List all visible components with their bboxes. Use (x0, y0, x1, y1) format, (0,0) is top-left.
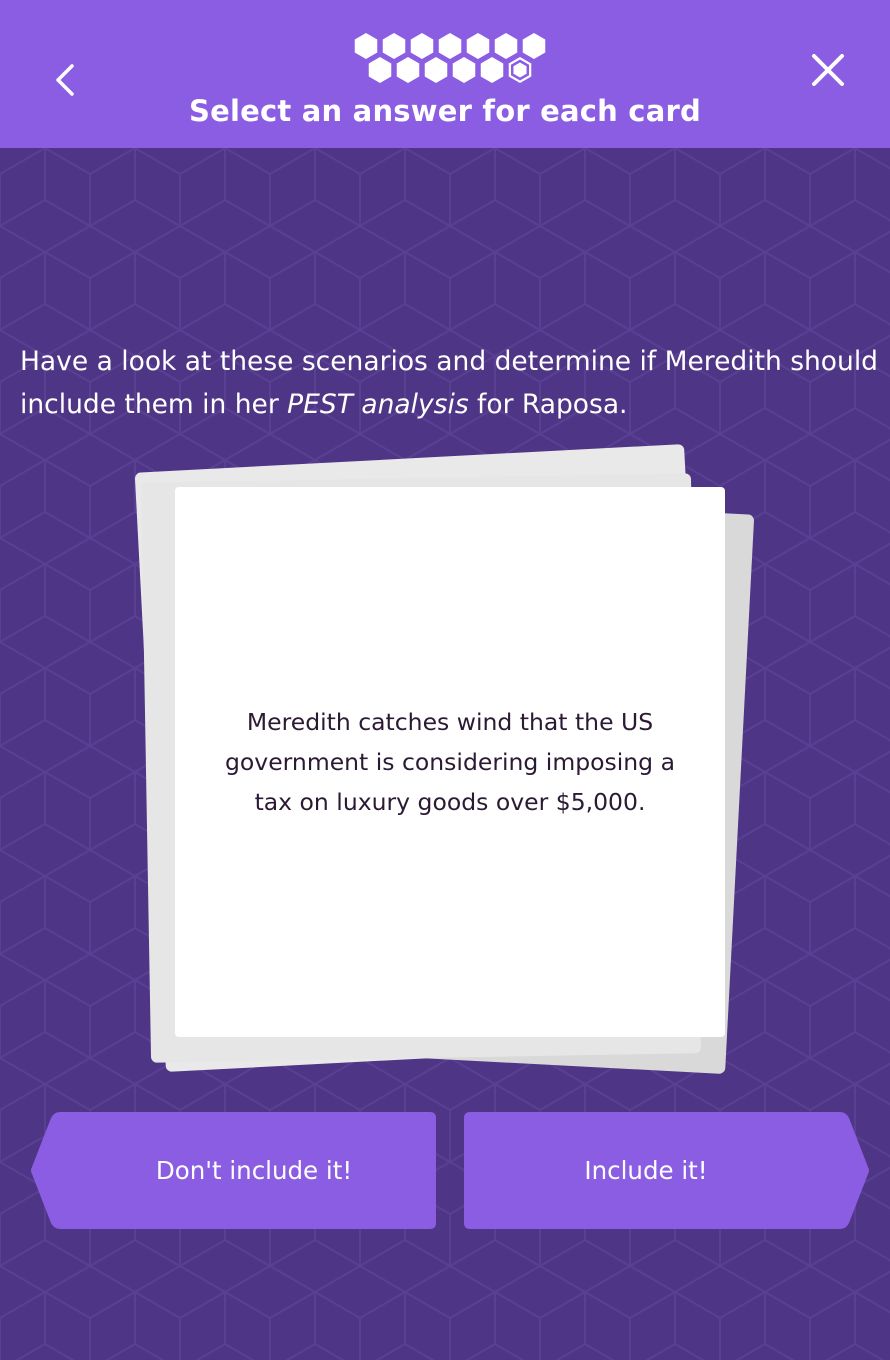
include-label: Include it! (584, 1156, 708, 1185)
progress-hexagon (424, 57, 448, 83)
progress-hexagon (396, 57, 420, 83)
progress-hexagon (410, 33, 434, 59)
close-icon (812, 54, 844, 86)
top-bar: Select an answer for each card (0, 0, 890, 148)
instructions-emphasis: PEST analysis (287, 389, 469, 420)
progress-hexagon (480, 57, 504, 83)
dont-include-label: Don't include it! (155, 1156, 353, 1185)
progress-hexagon (494, 33, 518, 59)
progress-hexagon (452, 57, 476, 83)
progress-hexagon (382, 33, 406, 59)
progress-hexagon (368, 57, 392, 83)
dont-include-button[interactable]: Don't include it! (30, 1110, 460, 1231)
include-button[interactable]: Include it! (440, 1110, 870, 1231)
progress-hexagon (522, 33, 546, 59)
progress-hexagon (466, 33, 490, 59)
instructions-text: Have a look at these scenarios and deter… (20, 340, 880, 426)
progress-hexagon (354, 33, 378, 59)
scenario-card[interactable]: Meredith catches wind that the US govern… (175, 487, 725, 1037)
page-title: Select an answer for each card (189, 94, 701, 128)
instructions-tail: for Raposa. (468, 389, 628, 420)
scenario-text: Meredith catches wind that the US govern… (225, 708, 675, 816)
close-button[interactable] (806, 48, 850, 92)
progress-hexagons (354, 33, 546, 83)
progress-hexagon (438, 33, 462, 59)
